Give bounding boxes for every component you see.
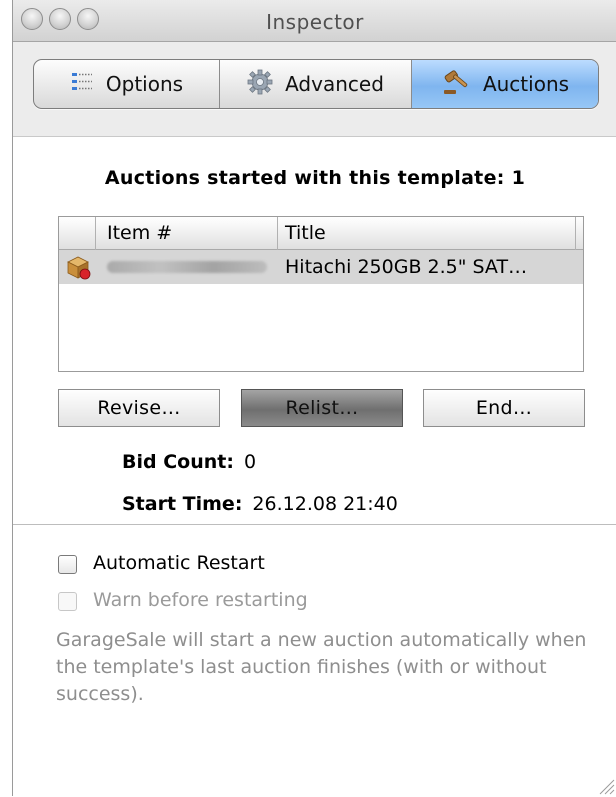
warn-before-restarting-checkbox [58, 592, 77, 611]
revise-button[interactable]: Revise… [58, 389, 220, 427]
column-divider [575, 217, 576, 250]
column-header-title[interactable]: Title [285, 217, 326, 250]
table-header: Item # Title [59, 217, 583, 250]
table-row[interactable]: Hitachi 250GB 2.5" SAT… [59, 250, 583, 284]
item-title: Hitachi 250GB 2.5" SAT… [285, 256, 528, 278]
warn-before-restarting-label: Warn before restarting [93, 589, 308, 611]
gear-icon [247, 69, 273, 100]
relist-button[interactable]: Relist… [241, 389, 403, 427]
automatic-restart-checkbox[interactable] [58, 555, 77, 574]
auctions-table[interactable]: Item # Title Hitachi 250GB 2.5" SAT… [58, 216, 584, 372]
start-time-label: Start Time: [122, 493, 243, 515]
end-button[interactable]: End… [423, 389, 585, 427]
auctions-count-heading: Auctions started with this template: 1 [104, 167, 526, 189]
start-time-row: Start Time: 26.12.08 21:40 [122, 493, 398, 515]
gavel-icon [441, 68, 471, 101]
tab-advanced-label: Advanced [285, 72, 384, 96]
item-number-redacted [107, 261, 267, 273]
tab-advanced[interactable]: Advanced [220, 60, 412, 108]
auctions-panel: Auctions started with this template: 1 I… [13, 136, 616, 797]
title-bar: Inspector [13, 0, 616, 42]
section-divider [13, 524, 616, 525]
resize-grip-icon[interactable] [597, 777, 615, 795]
column-divider [277, 217, 278, 250]
column-header-item[interactable]: Item # [107, 217, 172, 250]
tab-auctions-label: Auctions [482, 72, 570, 96]
tab-auctions[interactable]: Auctions [412, 60, 598, 108]
bid-count-label: Bid Count: [122, 451, 234, 473]
options-list-icon [70, 70, 94, 99]
automatic-restart-label[interactable]: Automatic Restart [93, 552, 265, 574]
tab-options-label: Options [105, 72, 184, 96]
auction-box-icon [65, 254, 91, 280]
restart-description: GarageSale will start a new auction auto… [56, 629, 587, 705]
tab-options[interactable]: Options [34, 60, 220, 108]
tab-bar: Options Advanced Auctions [33, 59, 599, 109]
column-divider [95, 217, 96, 250]
inspector-window: Inspector Options Advanced Auctions Auct… [12, 0, 616, 797]
bid-count-value: 0 [243, 451, 257, 473]
start-time-value: 26.12.08 21:40 [252, 493, 398, 515]
window-title: Inspector [266, 10, 364, 34]
bid-count-row: Bid Count: 0 [122, 451, 256, 473]
